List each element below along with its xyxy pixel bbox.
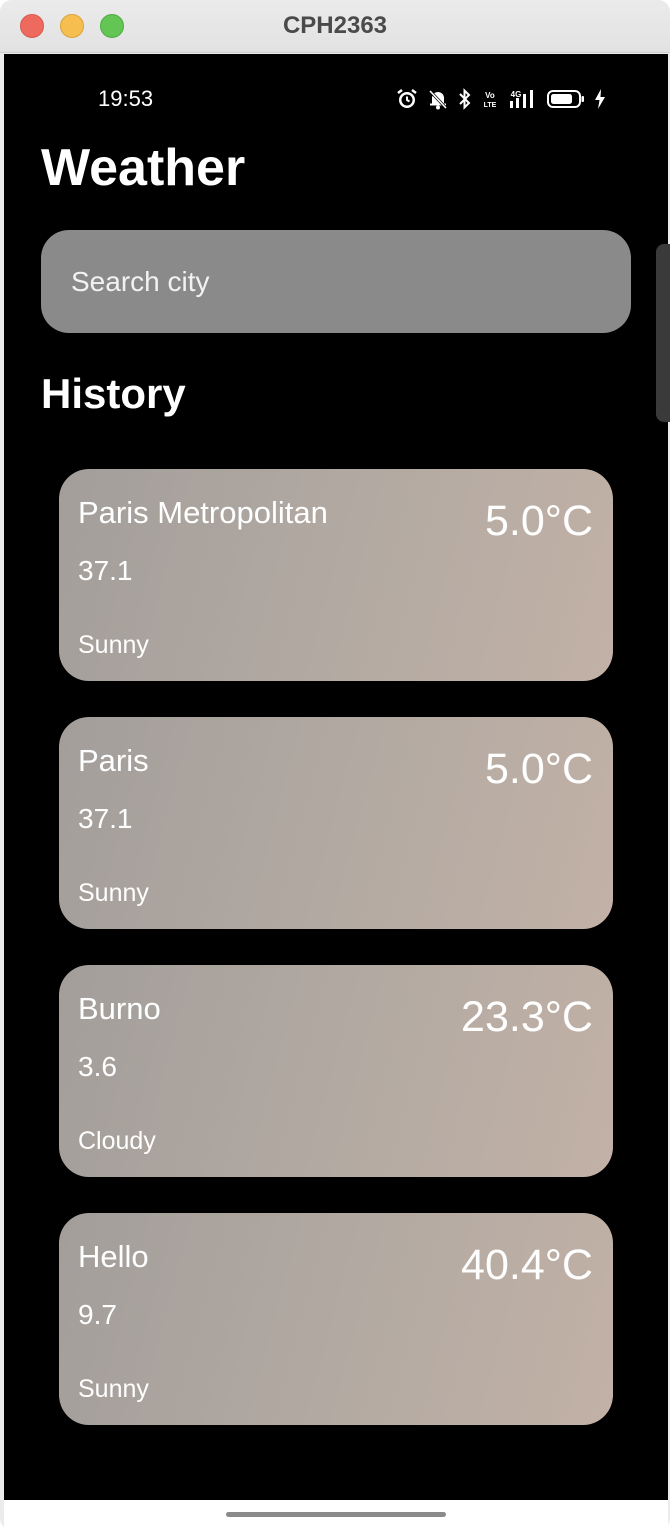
card-value: 3.6: [78, 1051, 117, 1082]
home-indicator[interactable]: [226, 1512, 446, 1517]
phone-screen: 19:53 Vo LTE 4G Weather Search city Hist…: [4, 54, 668, 1500]
alarm-icon: [396, 87, 418, 111]
card-city: Burno: [78, 991, 161, 1026]
history-card[interactable]: Hello 40.4°C 9.7 Sunny: [59, 1213, 613, 1425]
history-card[interactable]: Burno 23.3°C 3.6 Cloudy: [59, 965, 613, 1177]
card-temperature: 5.0°C: [484, 497, 593, 545]
card-city: Hello: [78, 1239, 149, 1274]
card-temperature: 40.4°C: [461, 1241, 593, 1289]
history-card[interactable]: Paris 5.0°C 37.1 Sunny: [59, 717, 613, 929]
card-city: Paris Metropolitan: [78, 495, 328, 530]
navigation-bar: [4, 1500, 668, 1530]
card-temperature: 23.3°C: [461, 993, 593, 1041]
bluetooth-icon: [458, 87, 472, 111]
card-temperature: 5.0°C: [484, 745, 593, 793]
card-condition: Cloudy: [78, 1127, 156, 1155]
window-title: CPH2363: [282, 12, 388, 39]
volte-icon: Vo LTE: [481, 87, 499, 111]
status-time: 19:53: [98, 86, 154, 111]
search-input[interactable]: [41, 230, 631, 333]
history-heading: History: [41, 370, 186, 417]
svg-text:LTE: LTE: [484, 102, 497, 109]
charging-icon: [594, 87, 606, 111]
card-city: Paris: [78, 743, 149, 778]
card-value: 37.1: [78, 555, 133, 586]
svg-text:4G: 4G: [511, 90, 522, 99]
bell-off-icon: [427, 87, 449, 111]
card-value: 9.7: [78, 1299, 117, 1330]
history-card[interactable]: Paris Metropolitan 5.0°C 37.1 Sunny: [59, 469, 613, 681]
card-condition: Sunny: [78, 1375, 149, 1403]
page-title: Weather: [41, 139, 246, 197]
4g-signal-icon: 4G: [508, 87, 538, 111]
card-condition: Sunny: [78, 879, 149, 907]
card-condition: Sunny: [78, 631, 149, 659]
side-scroll-handle[interactable]: [656, 244, 670, 422]
card-value: 37.1: [78, 803, 133, 834]
app-window: CPH2363 19:53 Vo LTE 4G Weather Search c…: [0, 0, 670, 1530]
battery-icon: [547, 87, 585, 111]
svg-text:Vo: Vo: [485, 91, 495, 100]
window-titlebar: CPH2363: [0, 0, 670, 53]
status-icons: Vo LTE 4G: [396, 86, 606, 112]
